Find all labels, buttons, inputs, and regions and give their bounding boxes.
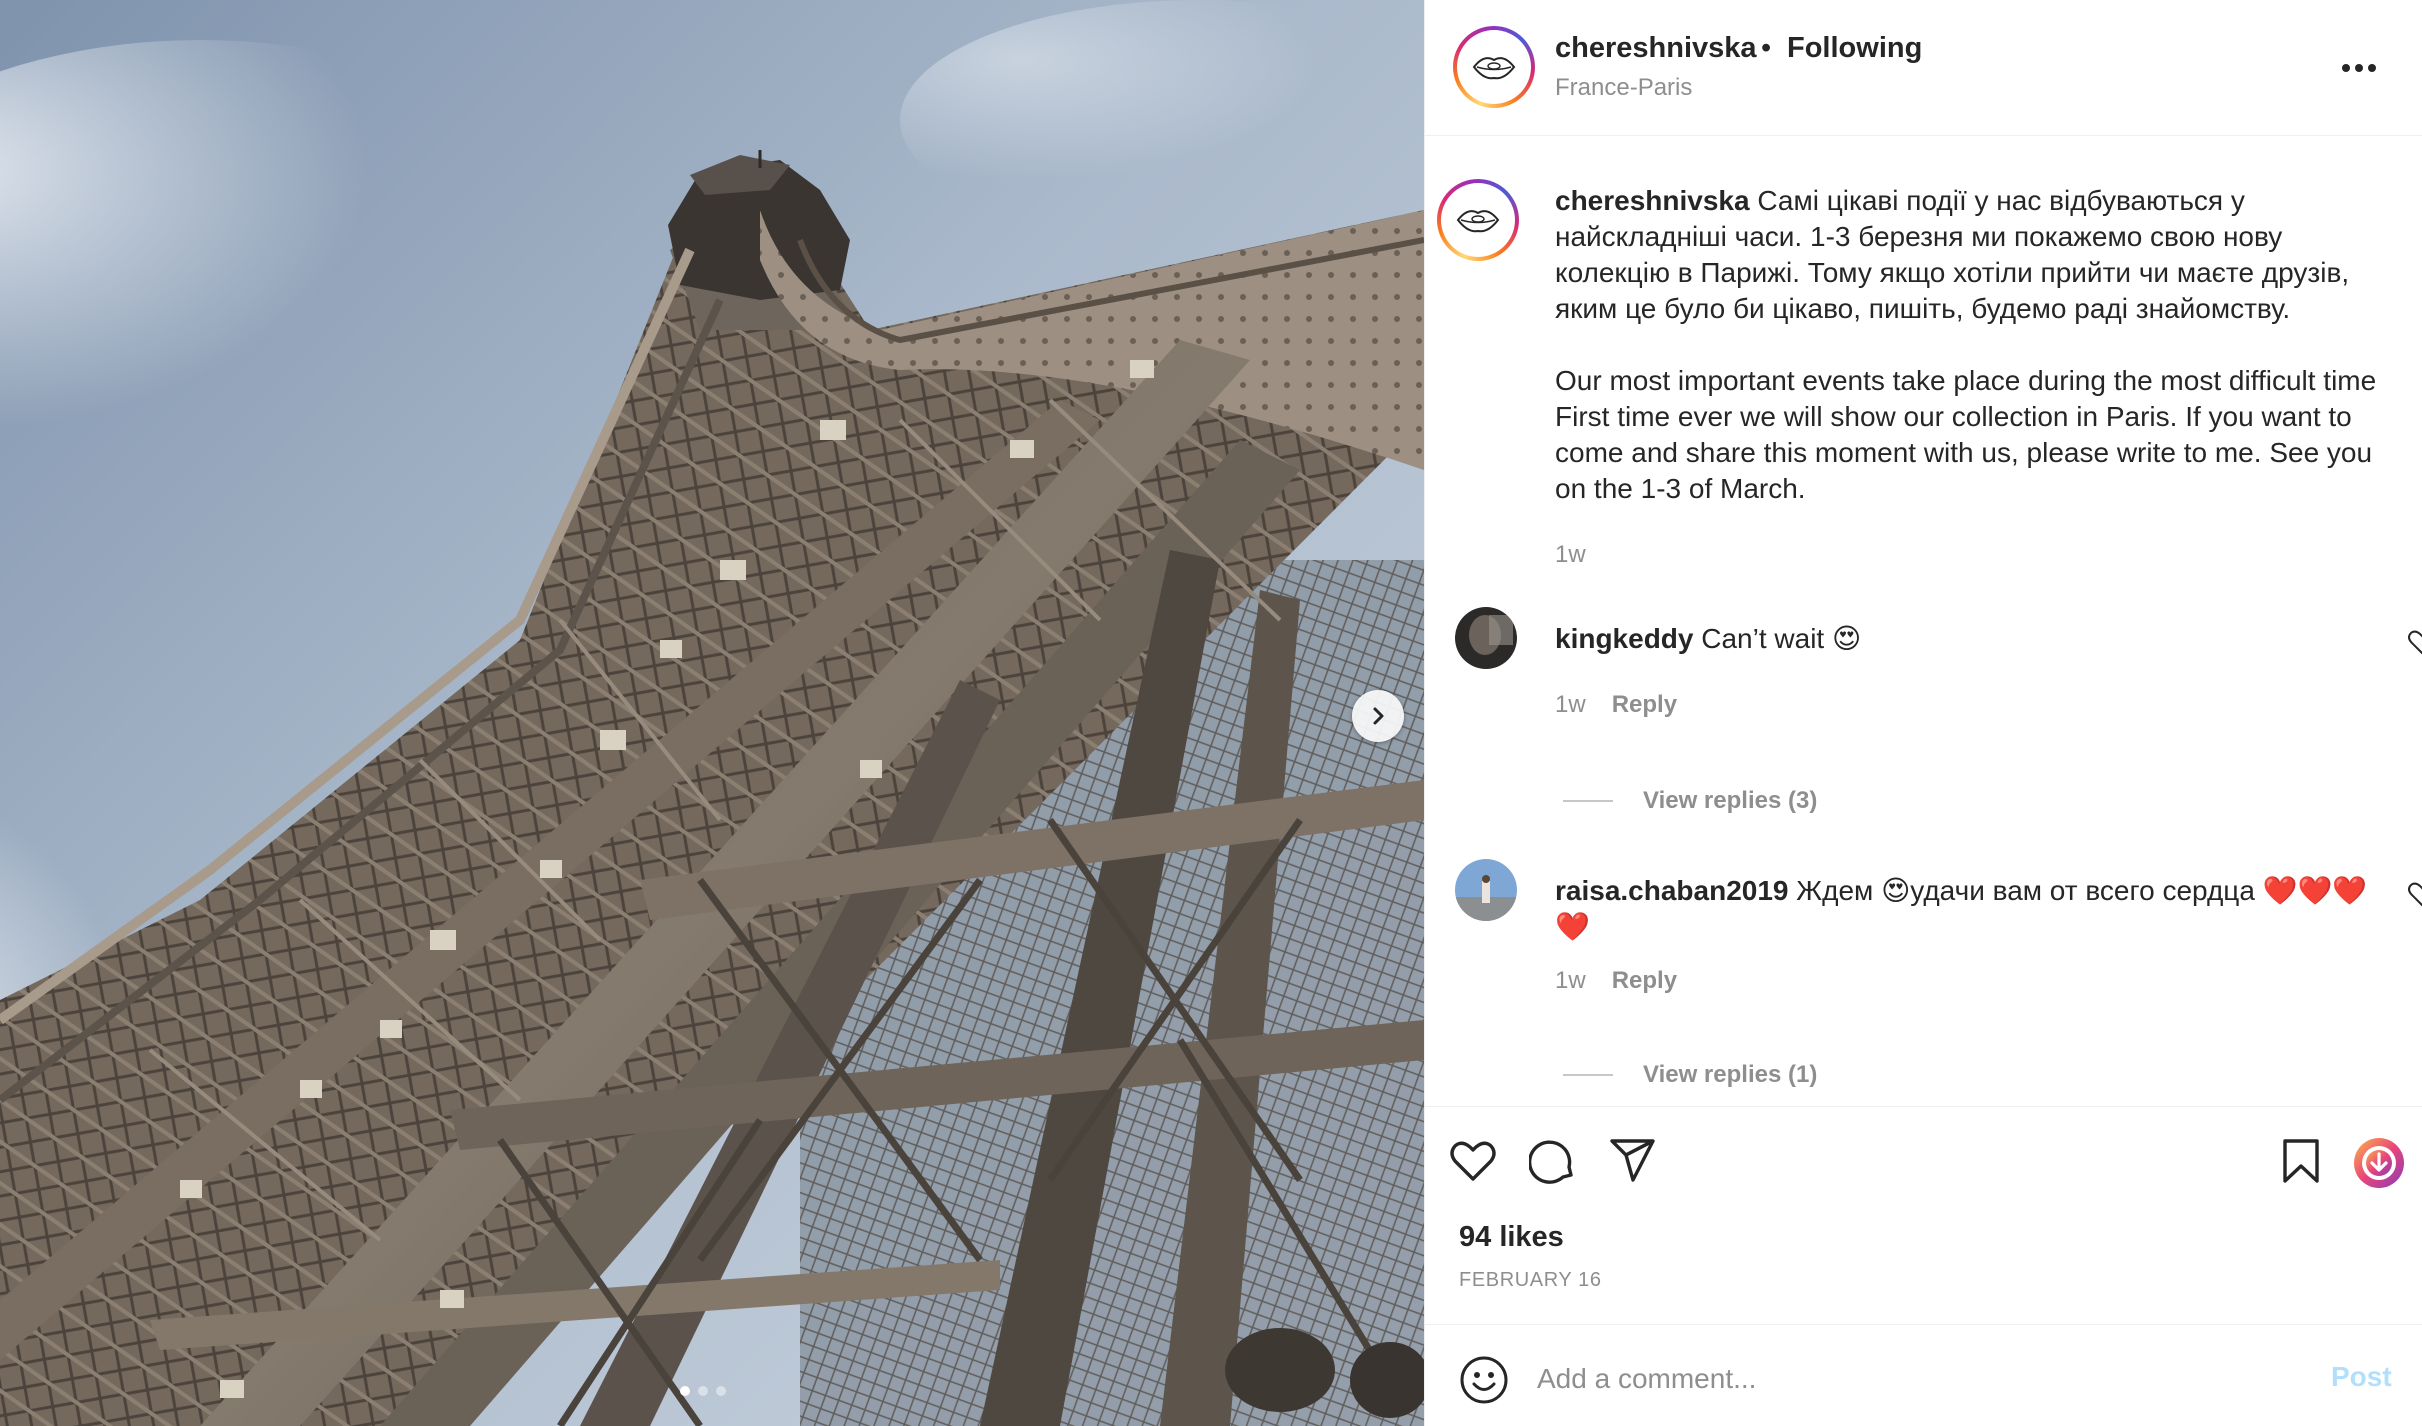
divider-line xyxy=(1563,1074,1613,1076)
caption-line: First time ever we will show our collect… xyxy=(1555,401,2352,432)
view-replies-label: View replies (3) xyxy=(1643,787,1818,814)
carousel-dot xyxy=(698,1386,708,1396)
post-side-panel: chereshnivska • Following France-Paris c… xyxy=(1424,0,2422,1426)
bookmark-icon xyxy=(2283,1139,2319,1183)
lips-logo-icon xyxy=(1456,210,1500,233)
comment-body: Can’t wait 😍 xyxy=(1701,623,1862,654)
commenter-avatar[interactable] xyxy=(1455,859,1517,921)
post-comment-button[interactable]: Post xyxy=(2331,1361,2392,1393)
post-date[interactable]: FEBRUARY 16 xyxy=(1459,1269,1602,1292)
view-replies-button[interactable]: View replies (1) xyxy=(1563,1061,1817,1089)
comment-time[interactable]: 1w xyxy=(1555,967,1586,995)
reply-button[interactable]: Reply xyxy=(1612,967,1677,995)
comment-like-icon[interactable] xyxy=(2407,627,2422,657)
caption-time[interactable]: 1w xyxy=(1555,541,1586,569)
comment-meta: 1w Reply xyxy=(1555,691,1677,719)
carousel-dot xyxy=(716,1386,726,1396)
send-icon xyxy=(1610,1139,1655,1182)
download-button[interactable] xyxy=(2351,1135,2407,1191)
caption-line: найскладніші часи. 1-3 березня ми покаже… xyxy=(1555,221,2283,252)
caption-line: яким це було би цікаво, пишіть, будемо р… xyxy=(1555,293,2291,324)
download-icon xyxy=(2354,1138,2404,1188)
view-replies-label: View replies (1) xyxy=(1643,1061,1818,1088)
caption-line: come and share this moment with us, plea… xyxy=(1555,437,2373,468)
comment-meta: 1w Reply xyxy=(1555,967,1677,995)
author-username[interactable]: chereshnivska xyxy=(1555,32,1757,65)
post-caption: chereshnivska Самі цікаві події у нас ві… xyxy=(1555,183,2422,507)
caption-line: on the 1-3 of March. xyxy=(1555,473,1806,504)
lips-logo-icon xyxy=(1472,57,1516,80)
divider-line xyxy=(1563,800,1613,802)
chevron-right-icon xyxy=(1373,707,1384,725)
caption-line: колекцію в Парижі. Тому якщо хотіли прий… xyxy=(1555,257,2350,288)
comment-username[interactable]: kingkeddy xyxy=(1555,623,1693,654)
carousel-indicator xyxy=(680,1386,726,1396)
comment-like-icon[interactable] xyxy=(2407,879,2422,909)
share-button[interactable] xyxy=(1607,1135,1659,1187)
post-photo[interactable] xyxy=(0,0,1424,1426)
eiffel-tower-photo xyxy=(0,0,1424,1426)
heart-icon xyxy=(1450,1141,1496,1181)
more-options-button[interactable] xyxy=(2337,50,2381,86)
post-header: chereshnivska • Following France-Paris xyxy=(1425,0,2422,136)
header-separator: • xyxy=(1761,32,1772,64)
like-button[interactable] xyxy=(1447,1135,1499,1187)
view-replies-button[interactable]: View replies (3) xyxy=(1563,787,1817,815)
comment-body: Ждем 😍удачи вам от всего сердца ❤️❤️❤️ xyxy=(1796,875,2368,906)
author-avatar[interactable] xyxy=(1453,26,1535,108)
comment-text: kingkeddy Can’t wait 😍 xyxy=(1555,621,1861,657)
comments-scroll-area[interactable]: chereshnivska Самі цікаві події у нас ві… xyxy=(1425,137,2422,1107)
following-button[interactable]: Following xyxy=(1787,32,1922,65)
comment-text: raisa.chaban2019 Ждем 😍удачи вам от всег… xyxy=(1555,873,2367,909)
comment-icon xyxy=(1529,1140,1573,1184)
caption-avatar[interactable] xyxy=(1437,179,1519,261)
comment-button[interactable] xyxy=(1527,1135,1579,1187)
commenter-avatar[interactable] xyxy=(1455,607,1517,669)
caption-line: Самі цікаві події у нас відбуваються у xyxy=(1757,185,2245,216)
likes-count[interactable]: 94 likes xyxy=(1459,1221,1564,1254)
post-actions: 94 likes FEBRUARY 16 xyxy=(1425,1106,2422,1326)
comment-body-line2: ❤️ xyxy=(1555,911,1590,942)
save-button[interactable] xyxy=(2275,1135,2327,1187)
caption-line: Our most important events take place dur… xyxy=(1555,365,2377,396)
post-location[interactable]: France-Paris xyxy=(1555,74,1692,102)
more-horizontal-icon xyxy=(2342,64,2376,72)
emoji-icon[interactable] xyxy=(1459,1355,1509,1405)
comment-time[interactable]: 1w xyxy=(1555,691,1586,719)
caption-username[interactable]: chereshnivska xyxy=(1555,185,1750,216)
carousel-dot xyxy=(680,1386,690,1396)
carousel-next-button[interactable] xyxy=(1352,690,1404,742)
comment-username[interactable]: raisa.chaban2019 xyxy=(1555,875,1789,906)
add-comment-bar: Post xyxy=(1425,1324,2422,1426)
reply-button[interactable]: Reply xyxy=(1612,691,1677,719)
add-comment-input[interactable] xyxy=(1537,1351,2297,1407)
